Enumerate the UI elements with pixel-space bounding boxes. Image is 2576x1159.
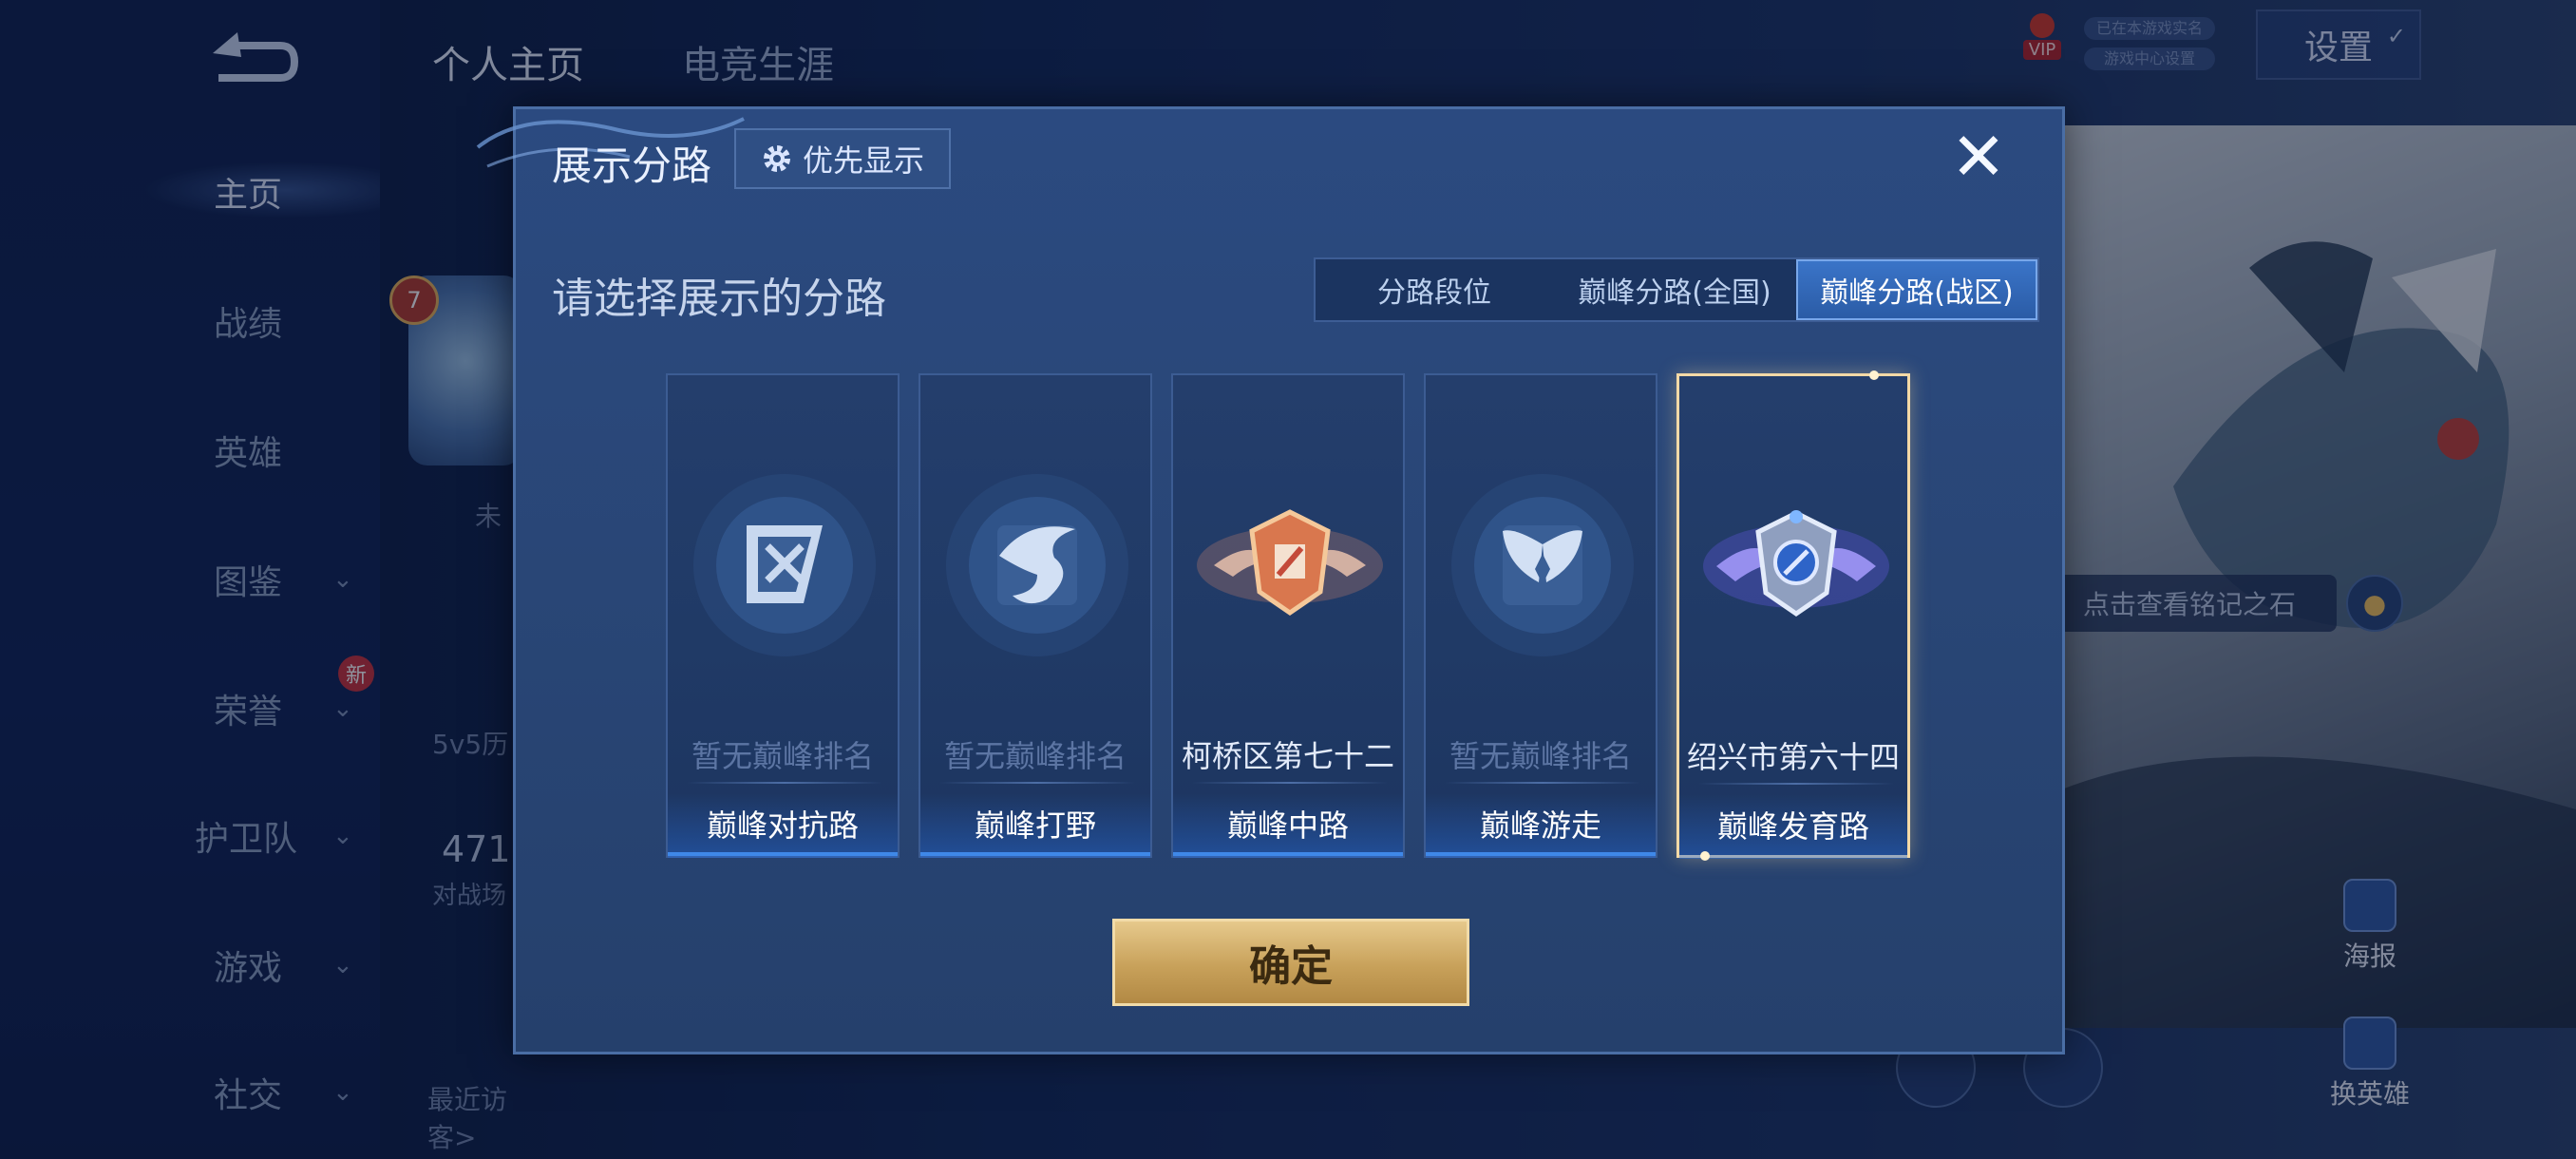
lane-rank-text: 暂无巅峰排名: [1449, 738, 1632, 774]
priority-display-label: 优先显示: [802, 142, 924, 179]
card-bottom-accent: [668, 852, 898, 856]
lane-rank-text: 暂无巅峰排名: [691, 738, 874, 774]
card-bottom-accent: [1173, 852, 1403, 856]
confirm-button[interactable]: 确定: [1112, 919, 1469, 1006]
tab-peak-region[interactable]: 巅峰分路(战区): [1796, 259, 2037, 320]
divider: [1192, 782, 1388, 784]
card-bottom-accent: [1426, 852, 1656, 856]
lane-card-adc[interactable]: 绍兴市第六十四 巅峰发育路: [1676, 370, 1910, 861]
card-bottom-accent: [920, 852, 1150, 856]
gear-icon: [763, 145, 790, 172]
tab-lane-rank[interactable]: 分路段位: [1316, 259, 1553, 320]
lane-name: 巅峰游走: [1426, 793, 1656, 858]
silver-winged-shield-icon: [1703, 510, 1889, 618]
tab-peak-national[interactable]: 巅峰分路(全国): [1553, 259, 1796, 320]
lane-display-dialog: 展示分路 优先显示 ✕ 请选择展示的分路 分路段位 巅峰分路(全国) 巅峰分路(…: [476, 106, 2065, 1054]
lane-name: 巅峰对抗路: [668, 793, 898, 858]
lane-card-jungle[interactable]: 暂无巅峰排名 巅峰打野: [919, 373, 1152, 858]
dialog-title: 展示分路: [552, 142, 712, 189]
dialog-subtitle: 请选择展示的分路: [552, 275, 886, 323]
divider: [1698, 783, 1894, 785]
lane-rank-text: 柯桥区第七十二: [1181, 738, 1394, 774]
divider: [687, 782, 882, 784]
lane-name: 巅峰打野: [920, 793, 1150, 858]
selection-corner-dot: [1700, 851, 1710, 861]
wings-icon: [1451, 474, 1634, 656]
lane-name: 巅峰发育路: [1679, 794, 1907, 859]
dragon-icon: [946, 474, 1128, 656]
close-icon[interactable]: ✕: [1942, 121, 2015, 193]
sword-shield-icon: [693, 474, 876, 656]
bronze-winged-shield-icon: [1197, 509, 1383, 617]
lane-rank-text: 绍兴市第六十四: [1686, 739, 1900, 775]
selection-corner-dot: [1869, 370, 1879, 380]
divider: [939, 782, 1135, 784]
priority-display-button[interactable]: 优先显示: [734, 128, 951, 189]
lane-card-top[interactable]: 暂无巅峰排名 巅峰对抗路: [666, 373, 900, 858]
lane-name: 巅峰中路: [1173, 793, 1403, 858]
confirm-label: 确定: [1249, 942, 1333, 991]
divider: [1445, 782, 1640, 784]
lane-filter-tabs: 分路段位 巅峰分路(全国) 巅峰分路(战区): [1314, 257, 2039, 322]
dialog-header: 展示分路 优先显示 ✕: [476, 109, 2062, 204]
lane-card-list: 暂无巅峰排名 巅峰对抗路 暂无巅峰排名 巅峰打野 柯桥区第七十二 巅峰中路 暂无…: [666, 370, 1920, 861]
lane-rank-text: 暂无巅峰排名: [943, 738, 1127, 774]
lane-card-mid[interactable]: 柯桥区第七十二 巅峰中路: [1171, 373, 1405, 858]
lane-card-roam[interactable]: 暂无巅峰排名 巅峰游走: [1424, 373, 1657, 858]
